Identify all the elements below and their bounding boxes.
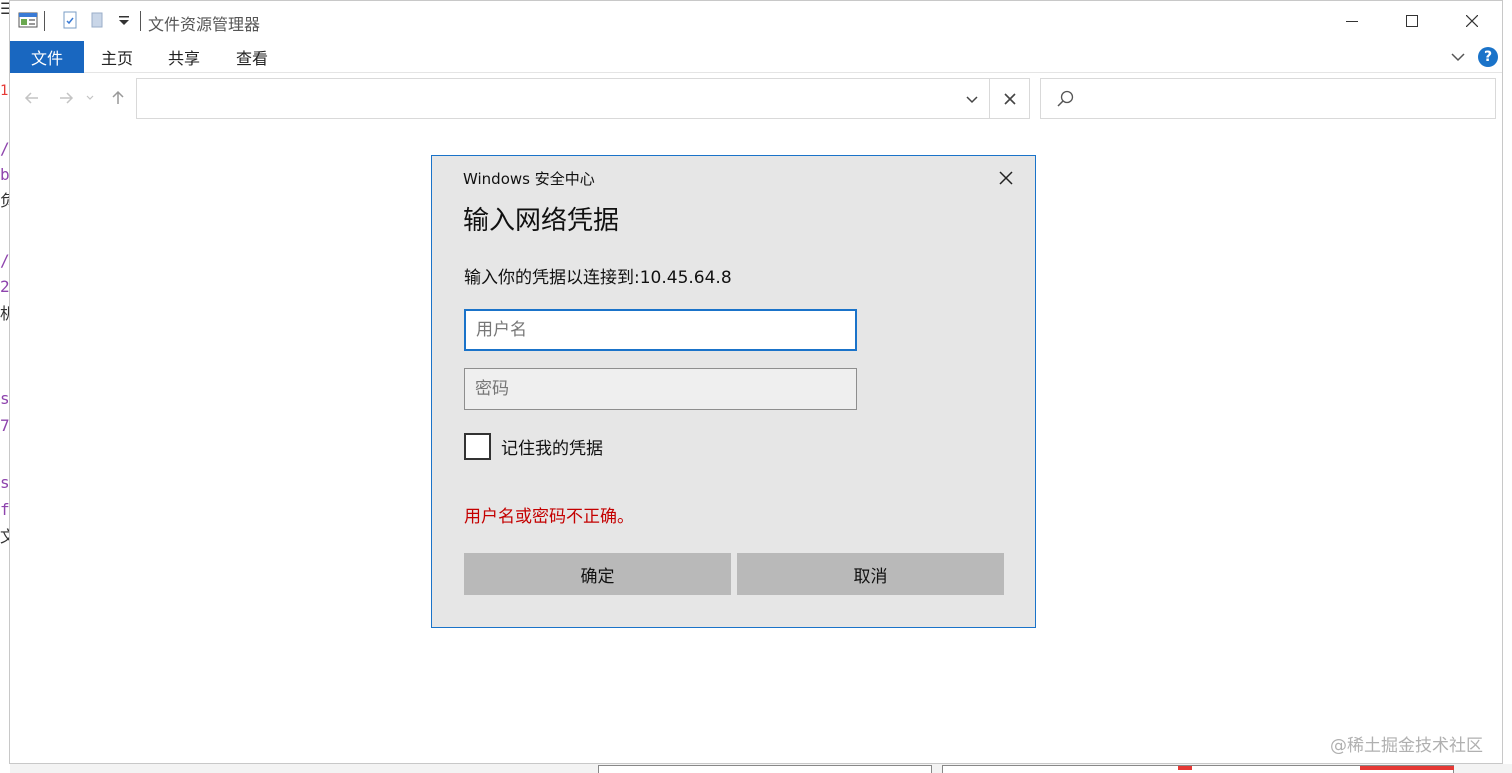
new-folder-icon[interactable]	[88, 10, 108, 30]
recent-locations-button[interactable]	[84, 88, 96, 108]
remember-credentials-option[interactable]: 记住我的凭据	[464, 433, 603, 460]
close-icon	[1003, 92, 1016, 105]
up-button[interactable]	[108, 88, 128, 108]
close-window-button[interactable]	[1442, 1, 1502, 41]
maximize-button[interactable]	[1382, 1, 1442, 41]
title-separator	[140, 11, 141, 31]
window-title: 文件资源管理器	[148, 15, 261, 34]
search-input[interactable]	[1040, 78, 1496, 119]
background-red-mark	[1360, 766, 1454, 770]
watermark: @稀土掘金技术社区	[1330, 736, 1483, 756]
tab-view[interactable]: 查看	[220, 41, 284, 73]
tab-home[interactable]: 主页	[85, 41, 149, 73]
up-arrow-icon	[112, 90, 124, 104]
back-button[interactable]	[22, 88, 42, 108]
dialog-heading: 输入网络凭据	[463, 206, 620, 236]
customize-quick-access-dropdown-icon[interactable]	[114, 10, 134, 30]
ok-button[interactable]: 确定	[464, 553, 731, 595]
username-field[interactable]	[464, 309, 857, 351]
error-message: 用户名或密码不正确。	[464, 507, 634, 527]
password-field[interactable]	[464, 368, 857, 410]
network-credentials-dialog: Windows 安全中心 输入网络凭据 输入你的凭据以连接到:10.45.64.…	[431, 155, 1036, 628]
address-clear-button[interactable]	[989, 79, 1029, 118]
remember-checkbox[interactable]	[464, 433, 491, 460]
help-button[interactable]: ?	[1478, 41, 1498, 73]
background-red-mark	[1178, 766, 1192, 770]
forward-arrow-icon	[60, 92, 74, 104]
quick-access-separator	[44, 11, 45, 31]
remember-label: 记住我的凭据	[501, 439, 603, 459]
address-dropdown-button[interactable]	[955, 79, 989, 118]
navigation-bar	[10, 74, 1502, 124]
chevron-down-icon	[1451, 53, 1465, 62]
search-icon	[1057, 90, 1074, 107]
close-icon	[1466, 15, 1478, 27]
bg-char: 1	[0, 83, 9, 99]
dialog-title: Windows 安全中心	[463, 170, 595, 188]
properties-icon[interactable]	[60, 10, 80, 30]
explorer-app-icon[interactable]	[18, 10, 38, 30]
ribbon-tabs: 文件 主页 共享 查看 ?	[10, 41, 1502, 73]
help-icon: ?	[1478, 47, 1498, 67]
address-bar[interactable]	[136, 78, 1030, 119]
maximize-icon	[1406, 15, 1418, 27]
forward-button[interactable]	[56, 88, 76, 108]
title-bar: 文件资源管理器	[10, 1, 1502, 41]
minimize-icon	[1346, 21, 1358, 22]
close-icon	[999, 171, 1013, 185]
tab-file[interactable]: 文件	[10, 41, 84, 73]
tab-share[interactable]: 共享	[152, 41, 216, 73]
chevron-down-icon	[86, 95, 94, 100]
cancel-button[interactable]: 取消	[737, 553, 1004, 595]
dialog-message: 输入你的凭据以连接到:10.45.64.8	[464, 268, 732, 288]
back-arrow-icon	[24, 92, 38, 104]
minimize-button[interactable]	[1322, 1, 1382, 41]
background-box	[598, 765, 932, 773]
chevron-down-icon	[966, 95, 978, 103]
dialog-close-button[interactable]	[986, 162, 1026, 194]
expand-ribbon-button[interactable]	[1450, 41, 1466, 73]
